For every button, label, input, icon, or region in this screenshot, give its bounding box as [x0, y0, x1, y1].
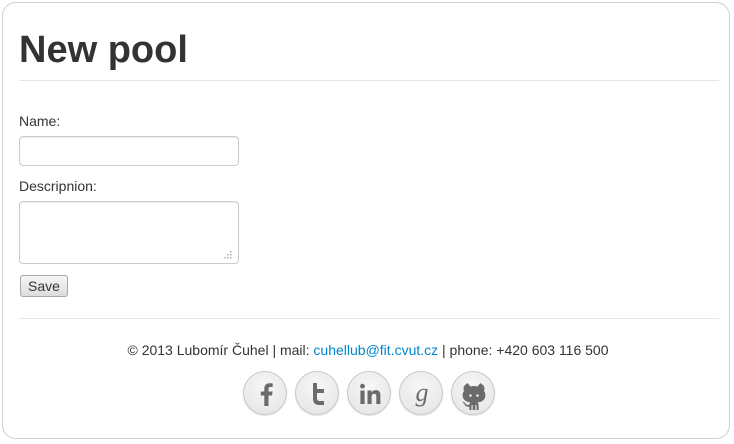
phone-text: | phone: +420 603 116 500 [442, 342, 609, 358]
github-link[interactable] [451, 371, 495, 415]
facebook-link[interactable] [243, 371, 287, 415]
social-links: g [243, 371, 503, 417]
facebook-icon [260, 383, 273, 406]
name-input[interactable] [19, 136, 239, 166]
copyright-text: © 2013 Lubomír Čuhel | mail: [127, 342, 310, 358]
github-icon [462, 383, 486, 410]
page-card: New pool Name: Descripnion: Save © 2013 … [2, 2, 730, 439]
title-divider [19, 80, 719, 81]
email-link[interactable]: cuhellub@fit.cvut.cz [313, 342, 438, 358]
resize-grip-icon[interactable] [221, 248, 233, 260]
page-title: New pool [19, 29, 188, 71]
description-label: Descripnion: [19, 178, 97, 194]
twitter-icon [313, 383, 324, 405]
linkedin-link[interactable] [347, 371, 391, 415]
save-button[interactable]: Save [20, 275, 68, 297]
google-plus-icon: g [416, 378, 429, 407]
description-textarea[interactable] [19, 201, 239, 264]
footer-divider [19, 318, 719, 319]
twitter-link[interactable] [295, 371, 339, 415]
footer-contact: © 2013 Lubomír Čuhel | mail: cuhellub@fi… [3, 341, 733, 359]
linkedin-icon [360, 383, 381, 404]
name-label: Name: [19, 113, 61, 129]
svg-text:g: g [416, 378, 429, 407]
google-plus-link[interactable]: g [399, 371, 443, 415]
